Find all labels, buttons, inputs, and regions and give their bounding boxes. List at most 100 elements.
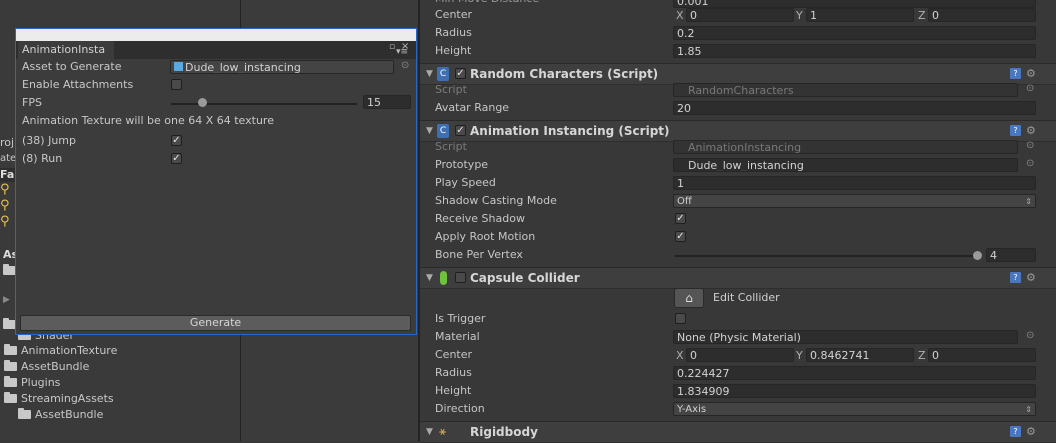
- project-fragment: ate: [0, 153, 17, 164]
- component-enabled-checkbox[interactable]: [455, 272, 466, 283]
- texture-note: Animation Texture will be one 64 X 64 te…: [22, 114, 274, 127]
- bone-per-vertex-field[interactable]: 4: [986, 248, 1036, 262]
- min-move-distance-field[interactable]: 0.001: [673, 0, 1036, 8]
- animation-instancing-header[interactable]: ▼ C ✓ Animation Instancing (Script) ? ⚙: [420, 120, 1056, 142]
- is-trigger-checkbox[interactable]: [675, 313, 686, 324]
- foldout-icon[interactable]: ▼: [426, 126, 433, 136]
- dropdown-arrow-icon: ⇕: [1025, 405, 1032, 414]
- center-z-field[interactable]: 0: [928, 348, 1036, 362]
- component-enabled-checkbox[interactable]: ✓: [455, 68, 466, 79]
- tab-animation-instancing[interactable]: AnimationInsta: [18, 41, 114, 59]
- component-title: Capsule Collider: [470, 271, 580, 285]
- rigidbody-header[interactable]: ▼ ⚹ Rigidbody ? ⚙: [420, 421, 1056, 443]
- shadow-casting-mode-dropdown[interactable]: Off ⇕: [673, 194, 1036, 208]
- maximize-icon[interactable]: ▫: [389, 42, 395, 52]
- folder-item[interactable]: AssetBundle: [4, 359, 89, 375]
- gear-icon[interactable]: ⚙: [1026, 124, 1036, 137]
- window-title-bar[interactable]: [16, 29, 416, 41]
- edit-collider-button[interactable]: ⌂: [674, 288, 704, 308]
- radius-field[interactable]: 0.224427: [673, 366, 1036, 380]
- slider-thumb[interactable]: [197, 98, 207, 107]
- prefab-icon: [174, 62, 183, 71]
- clip-run-checkbox[interactable]: ✓: [171, 153, 182, 164]
- object-picker-icon[interactable]: ⊙: [1026, 330, 1034, 341]
- edit-collider-label: Edit Collider: [713, 291, 780, 304]
- play-speed-field[interactable]: 1: [673, 176, 1036, 190]
- clip-jump-checkbox[interactable]: ✓: [171, 135, 182, 146]
- edit-collider-icon: ⌂: [685, 291, 693, 305]
- radius-label: Radius: [435, 26, 472, 39]
- object-picker-icon[interactable]: ⊙: [401, 60, 409, 71]
- center-x-field[interactable]: 0: [686, 348, 794, 362]
- object-picker-icon[interactable]: ⊙: [1026, 140, 1034, 151]
- help-icon[interactable]: ?: [1010, 125, 1021, 136]
- radius-label: Radius: [435, 366, 472, 379]
- asset-to-generate-label: Asset to Generate: [22, 60, 122, 73]
- component-title: Rigidbody: [470, 425, 538, 439]
- component-enabled-checkbox[interactable]: ✓: [455, 125, 466, 136]
- clip-label-jump: (38) Jump: [22, 134, 76, 147]
- center-label: Center: [435, 8, 473, 21]
- radius-field[interactable]: 0.2: [673, 26, 1036, 40]
- folder-item[interactable]: StreamingAssets: [4, 391, 114, 407]
- folder-icon: [4, 392, 17, 403]
- y-axis-label: Y: [796, 349, 803, 362]
- expand-arrow-icon[interactable]: ▶: [3, 295, 10, 305]
- folder-item[interactable]: AnimationTexture: [4, 343, 117, 359]
- enable-attachments-label: Enable Attachments: [22, 78, 134, 91]
- center-z-field[interactable]: 0: [928, 8, 1036, 22]
- help-icon[interactable]: ?: [1010, 68, 1021, 79]
- foldout-icon[interactable]: ▼: [426, 273, 433, 283]
- folder-label: AnimationTexture: [21, 344, 118, 357]
- folder-label: AssetBundle: [35, 408, 104, 421]
- foldout-icon[interactable]: ▼: [426, 427, 433, 437]
- script-field: RandomCharacters: [673, 83, 1018, 97]
- folder-item[interactable]: Plugins: [4, 375, 60, 391]
- help-icon[interactable]: ?: [1010, 426, 1021, 437]
- y-axis-label: Y: [796, 9, 803, 22]
- direction-dropdown[interactable]: Y-Axis ⇕: [673, 402, 1036, 416]
- receive-shadow-checkbox[interactable]: ✓: [675, 213, 686, 224]
- height-label: Height: [435, 384, 472, 397]
- search-icon[interactable]: ⚲: [0, 182, 10, 197]
- height-field[interactable]: 1.85: [673, 44, 1036, 58]
- asset-to-generate-field[interactable]: Dude_low_instancing: [170, 60, 394, 74]
- script-icon: C: [437, 124, 449, 138]
- subfolder-item[interactable]: AssetBundle: [18, 407, 103, 423]
- help-icon[interactable]: ?: [1010, 272, 1021, 283]
- fps-label: FPS: [22, 96, 42, 109]
- project-tab-fragment[interactable]: roj: [0, 136, 14, 149]
- inspector-panel: Min Move Distance 0.001 Center X 0 Y 1 Z…: [420, 0, 1056, 443]
- gear-icon[interactable]: ⚙: [1026, 425, 1036, 438]
- height-field[interactable]: 1.834909: [673, 384, 1036, 398]
- foldout-icon[interactable]: ▼: [426, 69, 433, 79]
- gear-icon[interactable]: ⚙: [1026, 67, 1036, 80]
- height-label: Height: [435, 44, 472, 57]
- object-picker-icon[interactable]: ⊙: [1026, 83, 1034, 94]
- x-axis-label: X: [676, 9, 684, 22]
- slider-thumb[interactable]: [973, 251, 982, 260]
- avatar-range-field[interactable]: 20: [673, 101, 1036, 115]
- favorites-header: Fa: [0, 168, 15, 182]
- enable-attachments-checkbox[interactable]: [171, 79, 182, 90]
- material-field[interactable]: None (Physic Material): [673, 330, 1018, 344]
- prototype-field[interactable]: Dude_low_instancing: [673, 158, 1018, 172]
- random-characters-header[interactable]: ▼ C ✓ Random Characters (Script) ? ⚙: [420, 63, 1056, 85]
- fps-field[interactable]: 15: [363, 95, 411, 109]
- generate-button[interactable]: Generate: [20, 315, 411, 331]
- script-field: AnimationInstancing: [673, 140, 1018, 154]
- window-menu-icon[interactable]: ▾≡: [396, 47, 408, 57]
- gear-icon[interactable]: ⚙: [1026, 271, 1036, 284]
- center-y-field[interactable]: 1: [806, 8, 914, 22]
- component-title: Random Characters (Script): [470, 67, 659, 81]
- folder-label: AssetBundle: [21, 360, 90, 373]
- search-icon[interactable]: ⚲: [0, 198, 10, 213]
- direction-label: Direction: [435, 402, 485, 415]
- center-y-field[interactable]: 0.8462741: [806, 348, 914, 362]
- search-icon[interactable]: ⚲: [0, 214, 10, 229]
- apply-root-motion-checkbox[interactable]: ✓: [675, 231, 686, 242]
- capsule-collider-header[interactable]: ▼ Capsule Collider ? ⚙: [420, 267, 1056, 289]
- bone-per-vertex-slider[interactable]: [675, 255, 982, 257]
- center-x-field[interactable]: 0: [686, 8, 794, 22]
- object-picker-icon[interactable]: ⊙: [1026, 158, 1034, 169]
